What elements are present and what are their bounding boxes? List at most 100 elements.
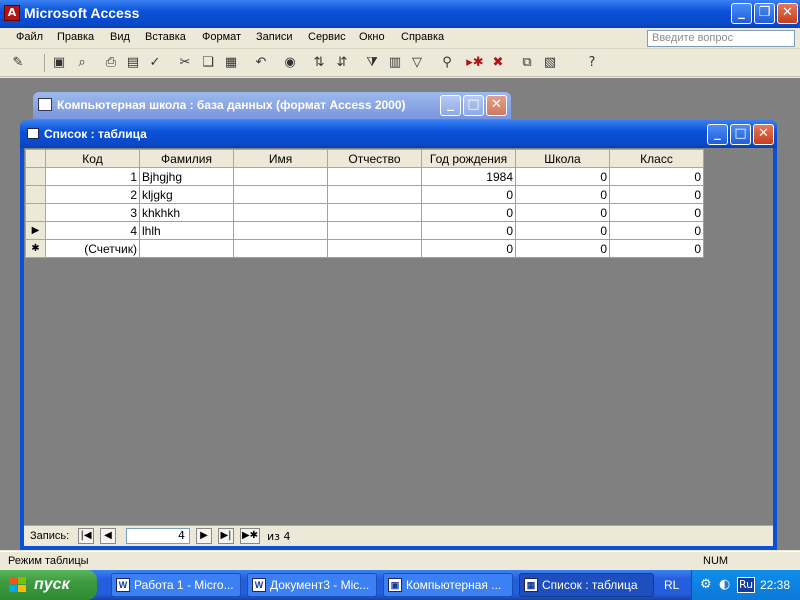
first-record-button[interactable]: |◀ bbox=[78, 528, 94, 544]
cell-patronymic[interactable] bbox=[327, 185, 422, 204]
cell-patronymic[interactable] bbox=[327, 221, 422, 240]
cell-class[interactable]: 0 bbox=[609, 203, 704, 222]
volume-icon[interactable]: ◐ bbox=[719, 577, 730, 592]
insert-hyperlink-icon[interactable]: ◉ bbox=[280, 54, 300, 72]
table-minimize-button[interactable]: _ bbox=[707, 124, 728, 145]
database-window-icon[interactable]: ⧉ bbox=[517, 54, 537, 72]
cell-surname[interactable]: lhlh bbox=[139, 221, 234, 240]
new-object-icon[interactable]: ▧ bbox=[540, 54, 560, 72]
clock[interactable]: 22:38 bbox=[760, 578, 790, 592]
taskbar-item-access-db[interactable]: ▣ Компьютерная ... bbox=[383, 573, 513, 597]
current-record-indicator[interactable]: ▶ bbox=[25, 221, 46, 240]
menu-view[interactable]: Вид bbox=[110, 31, 130, 43]
record-selector[interactable] bbox=[25, 203, 46, 222]
cell-kod[interactable]: 3 bbox=[45, 203, 140, 222]
cell-class[interactable]: 0 bbox=[609, 185, 704, 204]
cell-school[interactable]: 0 bbox=[515, 239, 610, 258]
taskbar-item-word-1[interactable]: W Работа 1 - Micro... bbox=[111, 573, 241, 597]
db-minimize-button[interactable]: _ bbox=[440, 95, 461, 116]
cell-school[interactable]: 0 bbox=[515, 167, 610, 186]
next-record-button[interactable]: ▶ bbox=[196, 528, 212, 544]
column-header-class[interactable]: Класс bbox=[609, 149, 704, 168]
menu-help[interactable]: Справка bbox=[401, 31, 444, 43]
minimize-button[interactable]: _ bbox=[731, 3, 752, 24]
prev-record-button[interactable]: ◀ bbox=[100, 528, 116, 544]
new-record-indicator[interactable]: ✱ bbox=[25, 239, 46, 258]
cell-name[interactable] bbox=[233, 239, 328, 258]
column-header-surname[interactable]: Фамилия bbox=[139, 149, 234, 168]
cell-birth-year[interactable]: 0 bbox=[421, 221, 516, 240]
cut-icon[interactable]: ✂ bbox=[175, 54, 195, 72]
help-question-input[interactable]: Введите вопрос bbox=[647, 30, 795, 47]
spelling-icon[interactable]: ✓ bbox=[145, 54, 165, 72]
restore-button[interactable]: ❐ bbox=[754, 3, 775, 24]
table-maximize-button[interactable]: □ bbox=[730, 124, 751, 145]
db-maximize-button[interactable]: □ bbox=[463, 95, 484, 116]
keyboard-layout-indicator[interactable]: Ru bbox=[737, 577, 755, 593]
cell-name[interactable] bbox=[233, 185, 328, 204]
taskbar-item-table[interactable]: ▦ Список : таблица bbox=[519, 573, 654, 597]
print-icon[interactable]: ⎙ bbox=[101, 54, 121, 72]
menu-format[interactable]: Формат bbox=[202, 31, 241, 43]
cell-birth-year[interactable]: 0 bbox=[421, 203, 516, 222]
print-preview-icon[interactable]: ▤ bbox=[123, 54, 143, 72]
view-design-icon[interactable]: ✎ bbox=[8, 54, 28, 72]
cell-patronymic[interactable] bbox=[327, 167, 422, 186]
cell-birth-year[interactable]: 1984 bbox=[421, 167, 516, 186]
new-record-button[interactable]: ▶✱ bbox=[240, 528, 260, 544]
cell-patronymic[interactable] bbox=[327, 239, 422, 258]
menu-edit[interactable]: Правка bbox=[57, 31, 94, 43]
cell-name[interactable] bbox=[233, 203, 328, 222]
cell-class[interactable]: 0 bbox=[609, 239, 704, 258]
apply-filter-icon[interactable]: ▽ bbox=[407, 54, 427, 72]
sort-ascending-icon[interactable]: ⇅ bbox=[309, 54, 329, 72]
record-selector[interactable] bbox=[25, 185, 46, 204]
new-record-icon[interactable]: ▸✱ bbox=[465, 54, 485, 72]
start-button[interactable]: пуск bbox=[0, 570, 97, 600]
cell-kod[interactable]: 1 bbox=[45, 167, 140, 186]
language-bar[interactable]: RL bbox=[664, 578, 679, 592]
search-file-icon[interactable]: ⌕ bbox=[72, 54, 92, 72]
paste-icon[interactable]: ▦ bbox=[221, 54, 241, 72]
cell-name[interactable] bbox=[233, 167, 328, 186]
cell-surname[interactable]: khkhkh bbox=[139, 203, 234, 222]
menu-window[interactable]: Окно bbox=[359, 31, 385, 43]
table-close-button[interactable]: ✕ bbox=[753, 124, 774, 145]
cell-kod[interactable]: 4 bbox=[45, 221, 140, 240]
column-header-school[interactable]: Школа bbox=[515, 149, 610, 168]
cell-birth-year[interactable]: 0 bbox=[421, 239, 516, 258]
close-button[interactable]: ✕ bbox=[777, 3, 798, 24]
last-record-button[interactable]: ▶| bbox=[218, 528, 234, 544]
sort-descending-icon[interactable]: ⇵ bbox=[332, 54, 352, 72]
find-icon[interactable]: ⚲ bbox=[437, 54, 457, 72]
access-app-icon[interactable]: A bbox=[4, 5, 20, 21]
menu-tools[interactable]: Сервис bbox=[308, 31, 346, 43]
cell-surname[interactable] bbox=[139, 239, 234, 258]
filter-by-form-icon[interactable]: ▥ bbox=[385, 54, 405, 72]
undo-icon[interactable]: ↶ bbox=[251, 54, 271, 72]
network-icon[interactable]: ⚙ bbox=[700, 577, 712, 592]
db-close-button[interactable]: ✕ bbox=[486, 95, 507, 116]
database-window-titlebar[interactable]: Компьютерная школа : база данных (формат… bbox=[33, 92, 511, 119]
menu-insert[interactable]: Вставка bbox=[145, 31, 186, 43]
delete-record-icon[interactable]: ✖ bbox=[488, 54, 508, 72]
cell-surname[interactable]: Bjhgjhg bbox=[139, 167, 234, 186]
record-number-input[interactable]: 4 bbox=[126, 528, 190, 544]
filter-by-selection-icon[interactable]: ⧩ bbox=[362, 54, 382, 72]
cell-school[interactable]: 0 bbox=[515, 185, 610, 204]
cell-patronymic[interactable] bbox=[327, 203, 422, 222]
column-header-patronymic[interactable]: Отчество bbox=[327, 149, 422, 168]
taskbar-item-word-2[interactable]: W Документ3 - Mic... bbox=[247, 573, 377, 597]
cell-surname[interactable]: kljgkg bbox=[139, 185, 234, 204]
cell-kod[interactable]: (Счетчик) bbox=[45, 239, 140, 258]
help-icon[interactable]: ? bbox=[582, 54, 602, 72]
column-header-name[interactable]: Имя bbox=[233, 149, 328, 168]
copy-icon[interactable]: ❏ bbox=[198, 54, 218, 72]
record-selector[interactable] bbox=[25, 167, 46, 186]
column-header-kod[interactable]: Код bbox=[45, 149, 140, 168]
menu-file[interactable]: Файл bbox=[16, 31, 43, 43]
menu-records[interactable]: Записи bbox=[256, 31, 293, 43]
save-icon[interactable]: ▣ bbox=[49, 54, 69, 72]
cell-kod[interactable]: 2 bbox=[45, 185, 140, 204]
cell-birth-year[interactable]: 0 bbox=[421, 185, 516, 204]
